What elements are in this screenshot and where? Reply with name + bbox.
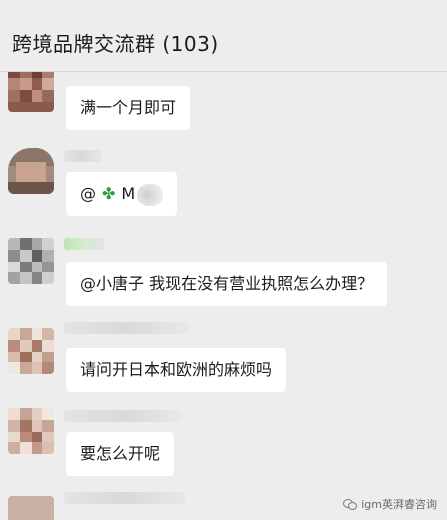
blurred-name [137,183,164,206]
sender-name [64,150,102,162]
sender-name [64,238,104,250]
message-text: @小唐子 我现在没有营业执照怎么办理？ [80,274,374,293]
watermark-text: igm英湃睿咨询 [361,498,437,511]
chat-bubbles-icon [343,498,358,510]
message-bubble[interactable]: 请问开日本和欧洲的麻烦吗 [66,348,287,392]
message-bubble[interactable]: 满一个月即可 [66,86,191,130]
message-list[interactable]: 满一个月即可 @ ✤ M @小唐子 我现在没有营业执照怎么办理？ 请问开日本和欧… [0,72,447,520]
message-bubble[interactable]: @小唐子 我现在没有营业执照怎么办理？ [66,262,388,306]
avatar[interactable] [8,328,54,374]
watermark: igm英湃睿咨询 [343,496,437,512]
mention-trailing: M [121,184,136,203]
message-text: 满一个月即可 [80,98,177,117]
avatar[interactable] [8,238,54,284]
clover-icon: ✤ [102,184,116,203]
message-text: 要怎么开呢 [80,444,161,463]
group-title: 跨境品牌交流群 (103) [12,32,219,56]
avatar[interactable] [8,408,54,454]
sender-name [64,410,182,422]
avatar[interactable] [8,496,54,520]
sender-name [64,322,188,334]
message-bubble[interactable]: 要怎么开呢 [66,432,175,476]
avatar[interactable] [8,72,54,112]
message-bubble[interactable]: @ ✤ M [66,172,178,216]
sender-name [64,492,186,504]
mention-at: @ [80,184,96,203]
message-text: 请问开日本和欧洲的麻烦吗 [80,360,273,379]
chat-header: 跨境品牌交流群 (103) [0,0,447,72]
avatar[interactable] [8,148,54,194]
